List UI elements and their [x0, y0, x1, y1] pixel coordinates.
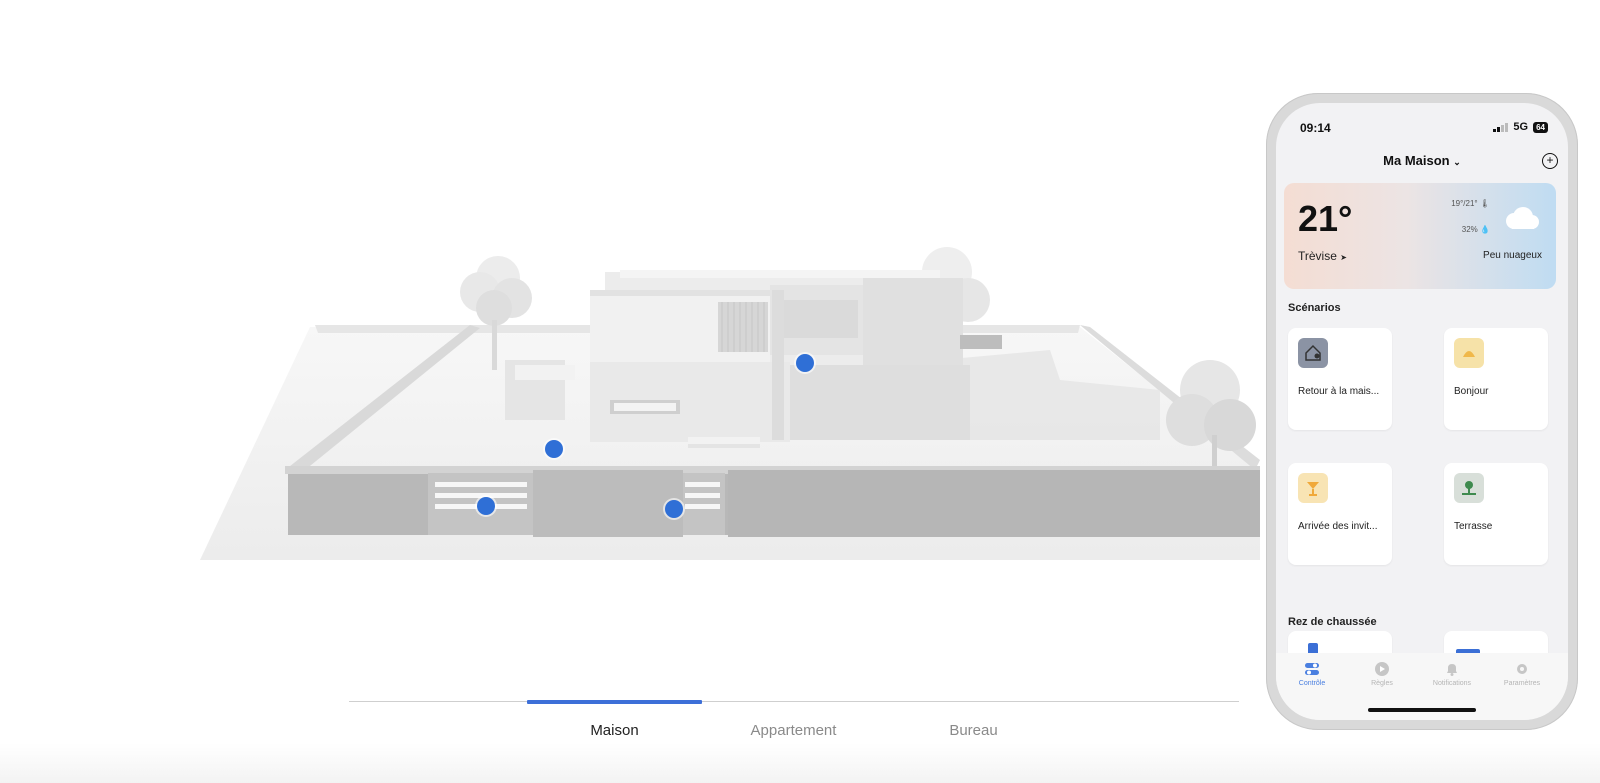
toggle-icon [1305, 663, 1319, 675]
house-3d-view[interactable] [180, 230, 1260, 590]
hotspot-gate-left[interactable] [477, 497, 495, 515]
hotspot-facade[interactable] [796, 354, 814, 372]
battery-icon: 64 [1533, 121, 1548, 133]
sunrise-icon [1454, 338, 1484, 368]
house-person-icon [1298, 338, 1328, 368]
scenario-card-retour[interactable]: Retour à la mais... [1288, 328, 1392, 430]
scenario-label: Retour à la mais... [1298, 386, 1380, 397]
bottom-fade [0, 743, 1600, 783]
phone-tabbar: Contrôle Règles Notifications Paramètres [1276, 653, 1568, 720]
scenario-label: Terrasse [1454, 521, 1493, 532]
weather-temperature: 21° [1298, 198, 1353, 239]
weather-card[interactable]: 21° Trèvise ➤ 19°/21° 🌡 32% 💧 Peu nuageu… [1284, 183, 1556, 289]
gear-icon [1517, 664, 1527, 674]
active-tab-indicator [527, 700, 702, 704]
hotspot-gate-right[interactable] [665, 500, 683, 518]
weather-humidity: 32% 💧 [1461, 225, 1490, 234]
thermometer-icon: 🌡 [1479, 199, 1490, 208]
scenario-card-arrivee[interactable]: Arrivée des invit... [1288, 463, 1392, 565]
scenarios-title: Scénarios [1288, 302, 1341, 314]
status-time: 09:14 [1300, 121, 1331, 135]
tabbar-notifications[interactable]: Notifications [1422, 661, 1482, 687]
cloud-icon [1506, 207, 1539, 229]
cocktail-icon [1298, 473, 1328, 503]
room-title: Rez de chaussée [1288, 616, 1377, 628]
tabbar-regles[interactable]: Règles [1352, 661, 1412, 687]
network-label: 5G [1513, 121, 1529, 133]
phone-screen: 09:14 5G 64 Ma Maison ⌄ + 21° Trèvise ➤ … [1276, 103, 1568, 720]
signal-icon [1493, 122, 1509, 132]
tab-appartement[interactable]: Appartement [706, 722, 881, 739]
tab-bureau[interactable]: Bureau [886, 722, 1061, 739]
scenario-card-bonjour[interactable]: Bonjour [1444, 328, 1548, 430]
hotspot-garden[interactable] [545, 440, 563, 458]
status-bar: 09:14 5G 64 [1300, 121, 1548, 137]
home-title: Ma Maison [1383, 153, 1450, 168]
scenario-label: Bonjour [1454, 386, 1489, 397]
tabs-track [349, 701, 1239, 702]
weather-city: Trèvise ➤ [1298, 249, 1347, 263]
scenario-card-terrasse[interactable]: Terrasse [1444, 463, 1548, 565]
weather-range: 19°/21° 🌡 [1451, 199, 1490, 208]
home-selector[interactable]: Ma Maison ⌄ [1276, 153, 1568, 168]
tab-maison[interactable]: Maison [527, 722, 702, 739]
tree-icon [1454, 473, 1484, 503]
home-indicator [1368, 708, 1476, 712]
location-arrow-icon: ➤ [1340, 253, 1347, 262]
phone-mockup: 09:14 5G 64 Ma Maison ⌄ + 21° Trèvise ➤ … [1266, 93, 1578, 730]
plus-circle-icon[interactable]: + [1542, 153, 1558, 169]
house-illustration [200, 247, 1260, 560]
scenario-label: Arrivée des invit... [1298, 521, 1378, 532]
chevron-down-icon: ⌄ [1453, 157, 1461, 167]
tabbar-controle[interactable]: Contrôle [1282, 661, 1342, 687]
bell-icon [1447, 664, 1457, 676]
play-icon [1375, 662, 1389, 676]
droplet-icon: 💧 [1480, 225, 1490, 234]
tabbar-parametres[interactable]: Paramètres [1492, 661, 1552, 687]
weather-description: Peu nuageux [1483, 250, 1542, 261]
